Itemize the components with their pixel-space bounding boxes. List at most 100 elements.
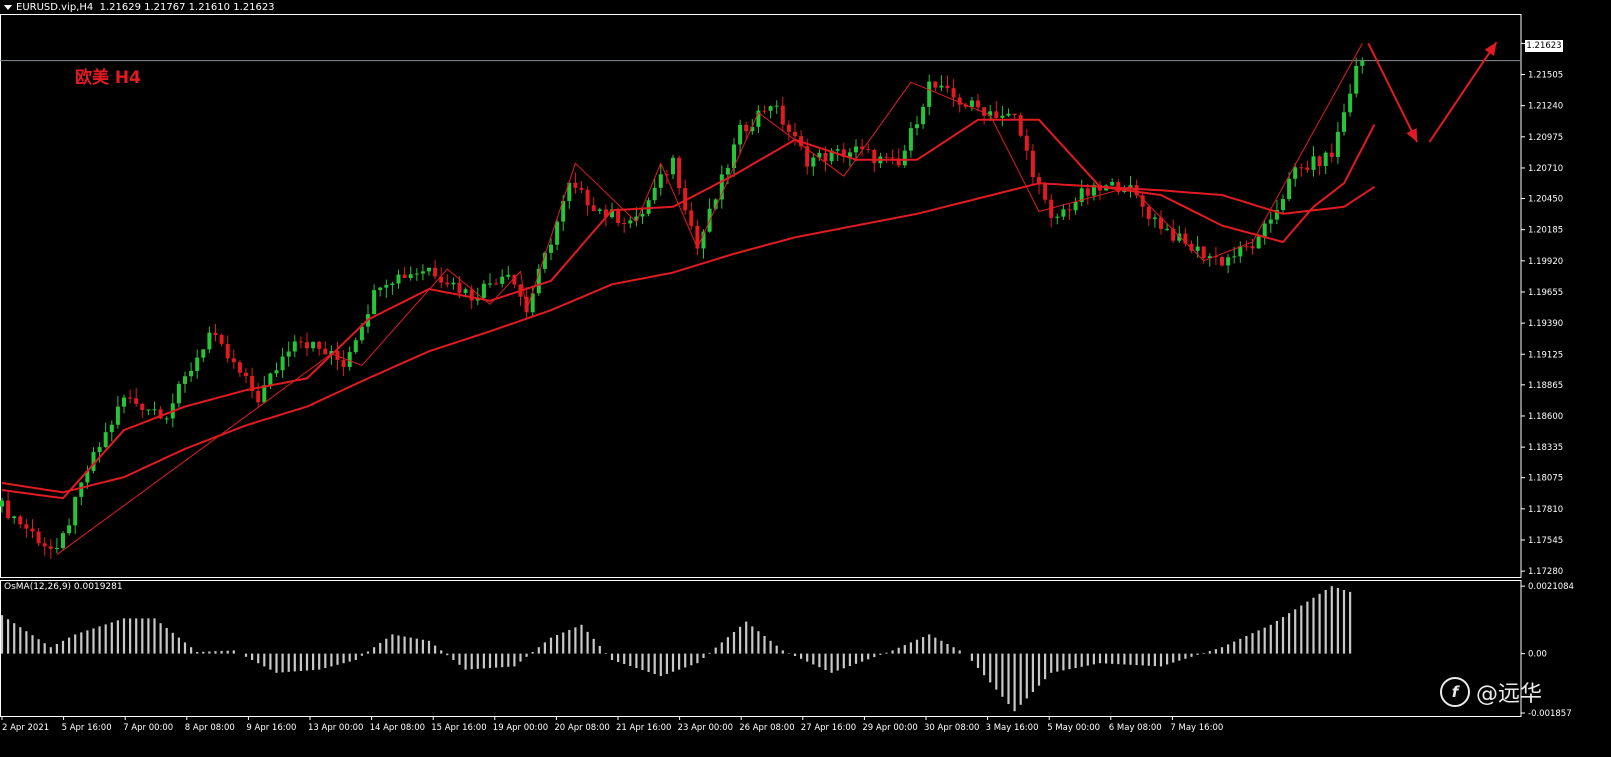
candle-body: [1012, 113, 1017, 116]
candle-body: [341, 360, 346, 367]
candle-body: [1317, 156, 1322, 166]
fast-ma-line: [1, 118, 1376, 500]
candle-body: [0, 500, 4, 507]
candle-body: [256, 390, 261, 403]
forecast-arrow-line: [1367, 42, 1419, 143]
candle-body: [103, 432, 108, 448]
osma-y-tick-label: -0.001857: [1528, 709, 1572, 719]
x-tick-label: 20 Apr 08:00: [554, 723, 609, 733]
candle-body: [1360, 60, 1365, 66]
x-tick-label: 2 Apr 2021: [2, 723, 49, 733]
candle-body: [1335, 131, 1340, 157]
candle-body: [1244, 246, 1249, 248]
candle-body: [579, 187, 584, 190]
y-tick-label: 1.19390: [1528, 319, 1563, 329]
y-tick-label: 1.17810: [1528, 505, 1563, 515]
candle-body: [494, 283, 499, 285]
candle-body: [616, 209, 621, 224]
candle-body: [927, 81, 932, 107]
candle-body: [54, 548, 59, 550]
candle-body: [48, 546, 53, 549]
candle-body: [671, 157, 675, 175]
candle-body: [280, 356, 285, 371]
candle-body: [622, 223, 627, 225]
brand-f-icon: f: [1440, 677, 1470, 707]
candle-body: [1354, 65, 1359, 94]
candle-body: [835, 149, 840, 151]
x-tick-label: 26 Apr 08:00: [739, 723, 794, 733]
candle-body: [1262, 223, 1267, 237]
candle-body: [298, 341, 303, 343]
candle-body: [481, 283, 486, 299]
candle-body: [390, 283, 395, 286]
y-tick-label: 1.17280: [1528, 567, 1563, 577]
candle-body: [408, 274, 413, 278]
candle-body: [30, 528, 35, 532]
candle-body: [1323, 152, 1328, 166]
x-tick-label: 3 May 16:00: [986, 723, 1039, 733]
y-tick-label: 1.21505: [1528, 71, 1563, 81]
symbol-header-text: EURUSD.vip,H4 1.21629 1.21767 1.21610 1.…: [16, 2, 275, 13]
candle-body: [1030, 150, 1035, 178]
candle-body: [762, 110, 767, 112]
dropdown-triangle-icon[interactable]: [4, 4, 12, 10]
candle-body: [902, 150, 907, 166]
x-tick-label: 21 Apr 16:00: [616, 723, 671, 733]
candle-body: [195, 357, 200, 371]
x-tick-label: 19 Apr 00:00: [493, 723, 548, 733]
candle-body: [951, 88, 956, 98]
candle-body: [61, 533, 65, 549]
x-tick-label: 6 May 08:00: [1109, 723, 1162, 733]
candle-body: [1348, 93, 1353, 113]
candle-body: [378, 287, 383, 291]
candle-body: [109, 424, 114, 433]
y-tick-label: 1.20450: [1528, 195, 1563, 205]
x-tick-label: 5 May 00:00: [1047, 723, 1100, 733]
candle-body: [274, 370, 279, 374]
candle-body: [201, 349, 206, 358]
candle-body: [213, 332, 218, 335]
x-tick-label: 14 Apr 08:00: [370, 723, 425, 733]
candle-body: [36, 531, 41, 544]
candle-body: [286, 351, 291, 357]
candle-body: [1085, 188, 1090, 196]
candle-body: [24, 524, 29, 529]
candle-body: [1268, 219, 1273, 224]
candle-body: [1220, 257, 1224, 266]
candle-body: [976, 100, 980, 108]
x-tick-label: 27 Apr 16:00: [801, 723, 856, 733]
chart-canvas[interactable]: 1.17280 1.17545 1.17810 1.18075 1.18335 1.186…: [0, 0, 1611, 757]
candle-body: [921, 106, 926, 125]
main-pane-frame: [0, 14, 1522, 578]
candle-body: [1110, 181, 1115, 186]
y-tick-label: 1.19920: [1528, 257, 1563, 267]
x-tick-label: 29 Apr 00:00: [862, 723, 917, 733]
candle-body: [1256, 236, 1261, 249]
osma-y-tick-label: 0.00: [1528, 650, 1547, 660]
y-tick-label: 1.18075: [1528, 474, 1563, 484]
candle-body: [1067, 209, 1072, 211]
candle-body: [128, 397, 133, 399]
candle-body: [469, 289, 474, 301]
x-tick-label: 15 Apr 16:00: [431, 723, 486, 733]
candle-body: [500, 276, 505, 284]
x-tick-label: 7 Apr 00:00: [123, 723, 173, 733]
candle-body: [1342, 112, 1346, 132]
candle-body: [305, 342, 309, 349]
candle-body: [1195, 246, 1200, 251]
candle-body: [140, 403, 145, 411]
candle-body: [1250, 246, 1255, 249]
candle-body: [908, 128, 913, 151]
forecast-arrowhead-icon: [1484, 42, 1497, 57]
y-tick-label: 1.20710: [1528, 164, 1563, 174]
candle-body: [1226, 257, 1231, 266]
y-tick-label: 1.21240: [1528, 102, 1563, 112]
watermark: f @远华: [1440, 676, 1542, 708]
candle-body: [237, 362, 242, 373]
candle-body: [969, 100, 974, 107]
candle-body: [311, 341, 316, 349]
candle-body: [646, 200, 651, 214]
candle-body: [719, 174, 724, 200]
candle-body: [549, 244, 553, 253]
candle-body: [640, 213, 645, 217]
